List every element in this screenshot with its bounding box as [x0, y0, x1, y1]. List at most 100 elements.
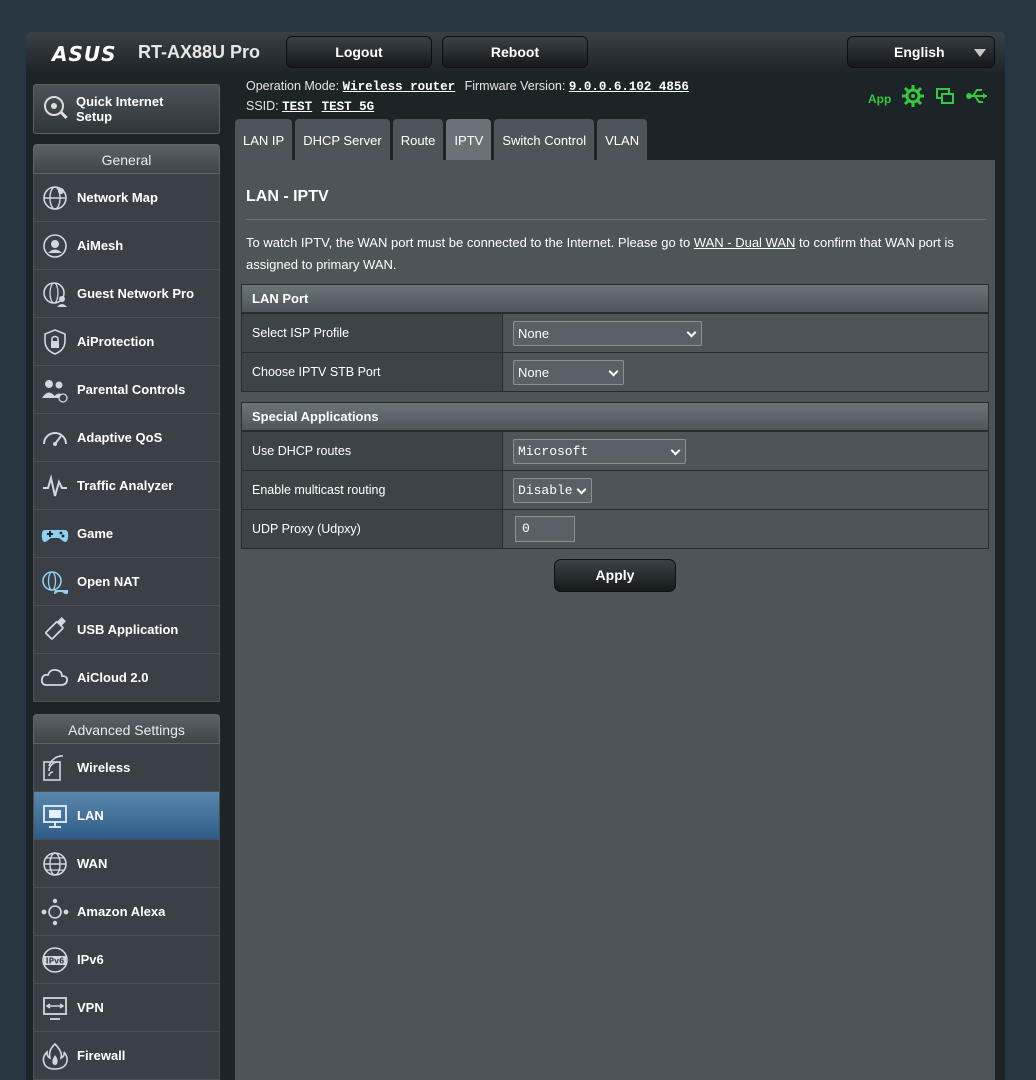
- globe-network-icon: [40, 183, 70, 213]
- tab-vlan[interactable]: VLAN: [597, 119, 648, 160]
- sidebar-item-guest-network-pro[interactable]: Guest Network Pro: [33, 270, 220, 318]
- sidebar-item-game[interactable]: Game: [33, 510, 220, 558]
- open-nat-icon: [40, 567, 70, 597]
- isp-profile-cell: None: [503, 314, 988, 352]
- shield-lock-icon: [40, 327, 70, 357]
- multicast-select[interactable]: Disable: [513, 477, 592, 503]
- sidebar-item-label: Guest Network Pro: [77, 286, 195, 301]
- lan-tabs: LAN IP DHCP Server Route IPTV Switch Con…: [235, 119, 648, 160]
- lan-port-header: LAN Port: [242, 285, 988, 313]
- info-bar: Operation Mode: Wireless router Firmware…: [246, 77, 695, 117]
- sidebar-item-wan[interactable]: WAN: [33, 840, 220, 888]
- apply-button[interactable]: Apply: [554, 559, 676, 592]
- operation-mode-label: Operation Mode:: [246, 79, 340, 93]
- ssid-5g-link[interactable]: TEST_5G: [322, 100, 375, 114]
- stb-port-value: None: [518, 364, 550, 380]
- sidebar-item-label: Wireless: [77, 760, 131, 775]
- family-icon: [40, 375, 70, 405]
- sidebar-item-traffic-analyzer[interactable]: Traffic Analyzer: [33, 462, 220, 510]
- tab-dhcp-server[interactable]: DHCP Server: [295, 119, 390, 160]
- sidebar-item-parental-controls[interactable]: Parental Controls: [33, 366, 220, 414]
- sidebar-item-label: AiProtection: [77, 334, 155, 349]
- lan-port-table: LAN Port Select ISP Profile None Choose …: [241, 284, 989, 392]
- svg-text:IPv6: IPv6: [46, 956, 64, 965]
- dhcp-routes-value: Microsoft: [518, 443, 589, 459]
- firmware-label: Firmware Version:: [464, 79, 566, 93]
- ipv6-icon: IPv6: [40, 945, 70, 975]
- sidebar-item-label: AiMesh: [77, 238, 124, 253]
- tab-lan-ip[interactable]: LAN IP: [235, 119, 293, 160]
- sidebar-item-label: USB Application: [77, 622, 179, 637]
- tab-iptv[interactable]: IPTV: [446, 119, 492, 160]
- language-select[interactable]: English: [847, 36, 995, 68]
- table-row: Use DHCP routes Microsoft: [242, 431, 988, 470]
- qis-label: Quick Internet Setup: [76, 94, 163, 124]
- udpxy-cell: 0: [503, 510, 988, 548]
- language-value: English: [894, 44, 945, 60]
- sidebar-item-aicloud[interactable]: AiCloud 2.0: [33, 654, 220, 702]
- sidebar-item-wireless[interactable]: Wireless: [33, 744, 220, 792]
- table-row: Enable multicast routing Disable: [242, 470, 988, 509]
- vpn-icon: [40, 993, 70, 1023]
- sidebar-item-firewall[interactable]: Firewall: [33, 1032, 220, 1080]
- table-row: Select ISP Profile None: [242, 313, 988, 352]
- usb-status-icon[interactable]: [965, 86, 989, 111]
- sidebar-item-adaptive-qos[interactable]: Adaptive QoS: [33, 414, 220, 462]
- dhcp-routes-select[interactable]: Microsoft: [513, 438, 686, 464]
- qis-icon: [40, 92, 70, 127]
- chevron-down-icon: [686, 327, 697, 337]
- wan-dual-wan-link[interactable]: WAN - Dual WAN: [694, 235, 796, 250]
- app-link[interactable]: App: [868, 92, 891, 106]
- sidebar-item-label: Open NAT: [77, 574, 140, 589]
- globe-icon: [40, 849, 70, 879]
- sidebar-item-aiprotection[interactable]: AiProtection: [33, 318, 220, 366]
- sidebar-item-label: Amazon Alexa: [77, 904, 166, 919]
- page-title: LAN - IPTV: [246, 188, 329, 205]
- qis-label-line1: Quick Internet: [76, 94, 164, 109]
- logout-button[interactable]: Logout: [286, 36, 432, 68]
- sidebar-item-label: Parental Controls: [77, 382, 186, 397]
- sidebar-item-label: WAN: [77, 856, 108, 871]
- general-section-title: General: [33, 144, 220, 174]
- reboot-button[interactable]: Reboot: [442, 36, 588, 68]
- guest-network-icon: [40, 279, 70, 309]
- firewall-icon: [40, 1041, 70, 1071]
- sidebar-item-usb-application[interactable]: USB Application: [33, 606, 220, 654]
- sidebar-item-label: IPv6: [77, 952, 104, 967]
- stb-port-select[interactable]: None: [513, 359, 624, 385]
- quick-internet-setup-button[interactable]: Quick Internet Setup: [33, 84, 220, 134]
- speedometer-icon: [40, 423, 70, 453]
- ssid-24g-link[interactable]: TEST: [282, 100, 312, 114]
- isp-profile-select[interactable]: None: [513, 320, 702, 346]
- sidebar-item-label: Game: [77, 526, 114, 541]
- sidebar-item-amazon-alexa[interactable]: Amazon Alexa: [33, 888, 220, 936]
- advanced-section-title: Advanced Settings: [33, 714, 220, 744]
- operation-mode-link[interactable]: Wireless router: [343, 80, 456, 94]
- gear-status-icon[interactable]: [901, 84, 925, 113]
- sidebar-item-aimesh[interactable]: AiMesh: [33, 222, 220, 270]
- firmware-link[interactable]: 9.0.0.6.102_4856: [569, 80, 689, 94]
- sidebar-item-open-nat[interactable]: Open NAT: [33, 558, 220, 606]
- special-applications-table: Special Applications Use DHCP routes Mic…: [241, 402, 989, 549]
- usb-icon: [40, 615, 70, 645]
- chevron-down-icon: [670, 445, 681, 455]
- general-menu: Network Map AiMesh Guest Network Pro AiP…: [33, 174, 220, 702]
- tab-switch-control[interactable]: Switch Control: [494, 119, 595, 160]
- sidebar-item-label: VPN: [77, 1000, 104, 1015]
- udpxy-input[interactable]: 0: [515, 516, 575, 542]
- sidebar-item-label: Firewall: [77, 1048, 126, 1063]
- sidebar-item-label: Adaptive QoS: [77, 430, 163, 445]
- tab-route[interactable]: Route: [392, 119, 444, 160]
- sidebar-item-vpn[interactable]: VPN: [33, 984, 220, 1032]
- stb-port-cell: None: [503, 353, 988, 391]
- divider: [246, 219, 986, 220]
- multicast-cell: Disable: [503, 471, 988, 509]
- client-status-icon[interactable]: [935, 86, 955, 111]
- sidebar-item-label: Network Map: [77, 190, 158, 205]
- sidebar-item-lan[interactable]: LAN: [33, 792, 220, 840]
- dhcp-routes-label: Use DHCP routes: [242, 432, 503, 470]
- sidebar-item-network-map[interactable]: Network Map: [33, 174, 220, 222]
- asus-logo: ASUS: [52, 42, 117, 66]
- sidebar-item-ipv6[interactable]: IPv6 IPv6: [33, 936, 220, 984]
- multicast-value: Disable: [518, 482, 573, 498]
